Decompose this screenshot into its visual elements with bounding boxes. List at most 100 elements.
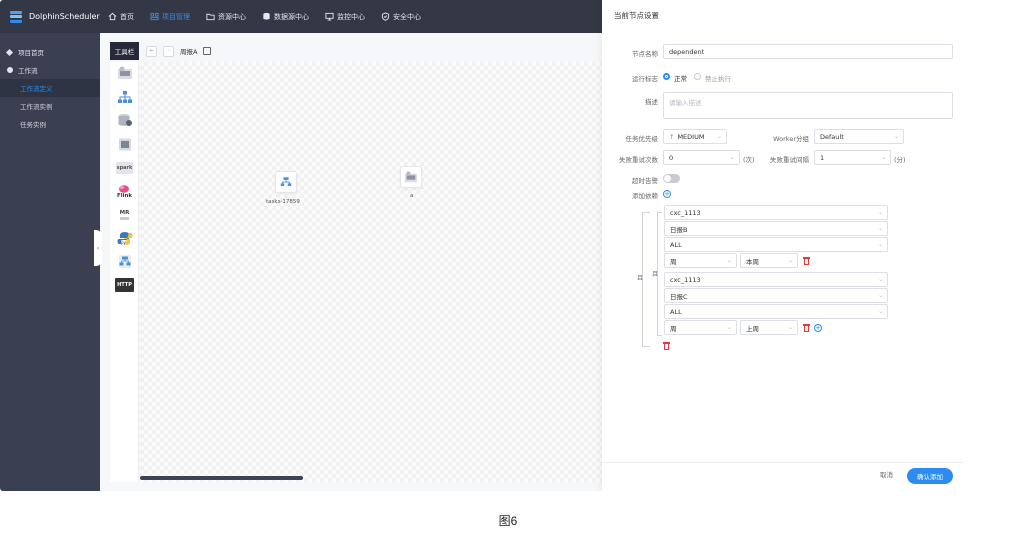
tool-sub-process[interactable]	[110, 86, 139, 110]
nav-monitor-center[interactable]: 监控中心	[317, 0, 373, 33]
dep1-task-select[interactable]: ALL ⌄	[664, 237, 888, 252]
tool-procedure[interactable]	[110, 109, 139, 133]
chevron-down-icon: ⌄	[893, 133, 899, 140]
nav-security-center[interactable]: 安全中心	[373, 0, 429, 33]
retry-times-value: 0	[669, 153, 674, 162]
dep2-date-select[interactable]: 上周 ⌄	[740, 320, 798, 335]
retry-interval-value: 1	[820, 153, 825, 162]
worker-group-label: Worker分组	[773, 135, 809, 143]
run-flag-normal-radio[interactable]	[663, 73, 670, 80]
sidebar-item-project-home[interactable]: 项目首页	[0, 43, 100, 61]
description-textarea[interactable]: 请输入描述	[663, 92, 953, 119]
workflow-name: 周报A	[180, 48, 198, 56]
retry-times-label: 失败重试次数	[619, 156, 658, 164]
node-name-input[interactable]: dependent	[663, 44, 953, 59]
back-button[interactable]: ←	[146, 45, 157, 57]
retry-times-unit: (次)	[743, 156, 755, 164]
horizontal-scrollbar[interactable]	[140, 476, 303, 480]
tool-sql[interactable]	[110, 133, 139, 157]
retry-times-select[interactable]: 0 ⌄	[663, 150, 740, 165]
chevron-down-icon: ⌄	[726, 257, 732, 264]
chevron-down-icon: ⌄	[726, 324, 732, 331]
dag-node-dependent[interactable]	[275, 171, 297, 193]
arrow-left-icon: ←	[149, 48, 154, 54]
dep1-task-value: ALL	[670, 240, 682, 249]
dag-canvas[interactable]: tasks-17859 a	[140, 62, 602, 482]
run-flag-forbidden-radio[interactable]	[694, 73, 701, 80]
nav-datasource-center[interactable]: 数据源中心	[254, 0, 317, 33]
group-delete-icon[interactable]	[663, 342, 670, 350]
timeout-alarm-toggle[interactable]	[663, 174, 680, 183]
dag-node-shell[interactable]	[400, 166, 422, 188]
run-flag-normal-label: 正常	[674, 75, 687, 83]
home-icon	[5, 48, 14, 56]
app-logo[interactable]: DolphinScheduler	[0, 0, 100, 33]
tool-python[interactable]: py	[110, 227, 139, 251]
nav-project-management[interactable]: 项目管理	[142, 0, 198, 33]
sidebar-collapse-toggle[interactable]: ‹	[94, 230, 102, 266]
retry-interval-select[interactable]: 1 ⌄	[814, 150, 891, 165]
figure-caption: 图6	[498, 514, 518, 528]
monitor-icon	[325, 12, 334, 21]
nav-home-label: 首页	[120, 12, 134, 21]
dep1-cycle-select[interactable]: 周 ⌄	[664, 253, 737, 268]
squirrel-icon	[119, 184, 130, 193]
outer-relation-label[interactable]: 且	[637, 273, 643, 282]
dep1-project-value: cxc_1113	[670, 208, 701, 217]
sidebar-item-label: 工作流	[18, 67, 38, 75]
toolbox-label: 工具栏	[110, 42, 139, 60]
flink-task-icon: Flink	[117, 184, 132, 199]
chevron-down-icon: ⌄	[716, 133, 722, 140]
nav-resource-center[interactable]: 资源中心	[198, 0, 254, 33]
chevron-down-icon: ⌄	[877, 225, 883, 232]
dep2-delete-icon[interactable]	[803, 324, 810, 332]
info-button[interactable]: ◦	[163, 45, 174, 57]
tool-flink[interactable]: Flink	[110, 180, 139, 204]
group-relation-label[interactable]: 且	[652, 269, 658, 278]
confirm-add-button[interactable]: 确认添加	[907, 468, 953, 484]
tool-mr[interactable]: MR	[110, 203, 139, 227]
shell-task-icon	[404, 170, 418, 182]
dep1-delete-icon[interactable]	[803, 257, 810, 265]
sidebar-item-workflow-instance[interactable]: 工作流实例	[0, 97, 100, 115]
add-dependency-item-icon[interactable]: +	[814, 324, 822, 332]
worker-group-select[interactable]: Default ⌄	[814, 129, 904, 144]
sidebar-sub-label: 工作流定义	[20, 85, 53, 93]
chevron-down-icon: ⌄	[877, 308, 883, 315]
cancel-button[interactable]: 取消	[880, 469, 893, 479]
sidebar-item-task-instance[interactable]: 任务实例	[0, 115, 100, 133]
add-dependency-icon[interactable]: +	[663, 190, 671, 198]
sidebar-item-workflow[interactable]: 工作流	[0, 61, 100, 79]
nav-monitor-label: 监控中心	[337, 12, 365, 21]
dep2-workflow-select[interactable]: 日报C ⌄	[664, 288, 888, 303]
sidebar: 项目首页 工作流 工作流定义 工作流实例 任务实例	[0, 33, 100, 491]
info-icon: ◦	[166, 48, 171, 54]
dep2-project-select[interactable]: cxc_1113 ⌄	[664, 272, 888, 287]
dep2-workflow-value: 日报C	[670, 292, 688, 301]
dep1-workflow-select[interactable]: 日报B ⌄	[664, 221, 888, 236]
dag-node-label: tasks-17859	[266, 199, 300, 205]
tool-http[interactable]: HTTP	[110, 274, 139, 298]
tool-spark[interactable]: spark	[110, 156, 139, 180]
sidebar-item-workflow-definition[interactable]: 工作流定义	[0, 79, 100, 97]
dep1-workflow-value: 日报B	[670, 225, 688, 234]
timeout-alarm-label: 超时告警	[632, 177, 658, 185]
dependent-task-icon	[280, 176, 292, 186]
database-icon	[263, 12, 270, 20]
tool-dependent[interactable]	[110, 250, 139, 274]
chevron-down-icon: ⌄	[877, 209, 883, 216]
app-window: DolphinScheduler 首页 项目管理 资源中心 数据源中心 监控中心…	[0, 0, 964, 491]
sql-task-icon	[118, 138, 131, 151]
tool-shell[interactable]	[110, 62, 139, 86]
priority-select[interactable]: ↑ MEDIUM ⌄	[663, 129, 727, 144]
copy-icon[interactable]	[203, 47, 212, 55]
nav-home[interactable]: 首页	[100, 0, 142, 33]
arrow-up-icon: ↑	[669, 132, 675, 141]
dolphinscheduler-logo-icon	[8, 9, 24, 25]
dep1-date-select[interactable]: 本周 ⌄	[740, 253, 798, 268]
sidebar-sub-label: 任务实例	[20, 121, 46, 129]
dep2-cycle-select[interactable]: 周 ⌄	[664, 320, 737, 335]
dep1-date-value: 本周	[746, 257, 759, 266]
dep2-task-select[interactable]: ALL ⌄	[664, 304, 888, 319]
dep1-project-select[interactable]: cxc_1113 ⌄	[664, 205, 888, 220]
